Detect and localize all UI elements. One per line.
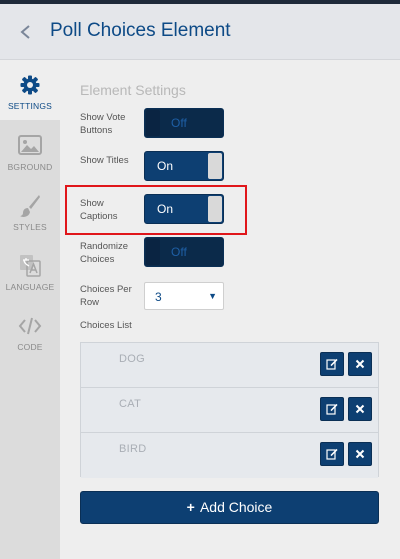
toggle-state: On bbox=[157, 159, 174, 173]
sidebar-item-label: CODE bbox=[17, 342, 43, 352]
show-vote-buttons-label: Show Vote Buttons bbox=[80, 112, 126, 136]
toggle-knob bbox=[146, 239, 160, 265]
plus-icon: + bbox=[186, 499, 195, 515]
select-value: 3 bbox=[155, 290, 162, 304]
close-icon bbox=[349, 403, 371, 415]
edit-icon bbox=[321, 403, 343, 415]
choices-list: DOG CAT BIRD bbox=[80, 342, 379, 478]
close-icon bbox=[349, 358, 371, 370]
randomize-choices-label: Randomize Choices bbox=[80, 241, 129, 265]
sidebar-item-code[interactable]: CODE bbox=[0, 302, 60, 362]
toggle-knob bbox=[208, 153, 222, 179]
settings-panel: Element Settings Show Vote Buttons Off S… bbox=[60, 60, 400, 559]
toggle-state: Off bbox=[171, 245, 187, 259]
show-titles-label: Show Titles bbox=[80, 155, 129, 166]
caret-down-icon: ▼ bbox=[208, 291, 217, 301]
choice-name: DOG bbox=[119, 353, 145, 365]
edit-button[interactable] bbox=[320, 442, 344, 466]
edit-icon bbox=[321, 358, 343, 370]
sidebar: SETTINGS BGROUND STYLES LANGUAGE CODE bbox=[0, 60, 60, 559]
add-choice-label: Add Choice bbox=[199, 499, 273, 515]
delete-button[interactable] bbox=[348, 442, 372, 466]
choice-name: BIRD bbox=[119, 443, 147, 455]
sidebar-item-label: STYLES bbox=[13, 222, 47, 232]
close-icon bbox=[349, 448, 371, 460]
header: Poll Choices Element bbox=[0, 4, 400, 60]
choice-name: CAT bbox=[119, 398, 142, 410]
toggle-knob bbox=[146, 110, 160, 136]
sidebar-item-label: SETTINGS bbox=[7, 101, 53, 111]
choices-per-row-label: Choices Per Row bbox=[80, 284, 132, 308]
add-choice-button[interactable]: + Add Choice bbox=[80, 491, 379, 524]
toggle-state: Off bbox=[171, 116, 187, 130]
randomize-choices-toggle[interactable]: Off bbox=[144, 237, 224, 267]
delete-button[interactable] bbox=[348, 352, 372, 376]
edit-button[interactable] bbox=[320, 397, 344, 421]
sidebar-item-bground[interactable]: BGROUND bbox=[0, 122, 60, 182]
chevron-left-icon[interactable] bbox=[14, 18, 38, 46]
show-captions-label: Show Captions bbox=[80, 198, 118, 222]
edit-button[interactable] bbox=[320, 352, 344, 376]
show-vote-buttons-toggle[interactable]: Off bbox=[144, 108, 224, 138]
page-title: Poll Choices Element bbox=[50, 20, 231, 41]
list-item: CAT bbox=[81, 388, 378, 433]
list-item: DOG bbox=[81, 343, 378, 388]
toggle-state: On bbox=[157, 202, 174, 216]
toggle-knob bbox=[208, 196, 222, 222]
choices-per-row-select[interactable]: 3 ▼ bbox=[144, 282, 224, 310]
sidebar-item-styles[interactable]: STYLES bbox=[0, 182, 60, 242]
sidebar-item-label: LANGUAGE bbox=[5, 282, 55, 292]
sidebar-item-label: BGROUND bbox=[7, 162, 53, 172]
edit-icon bbox=[321, 448, 343, 460]
section-title: Element Settings bbox=[80, 82, 186, 98]
sidebar-item-settings[interactable]: SETTINGS bbox=[0, 60, 60, 120]
list-item: BIRD bbox=[81, 433, 378, 478]
show-titles-toggle[interactable]: On bbox=[144, 151, 224, 181]
show-captions-toggle[interactable]: On bbox=[144, 194, 224, 224]
sidebar-item-language[interactable]: LANGUAGE bbox=[0, 242, 60, 302]
choices-list-label: Choices List bbox=[80, 320, 132, 331]
delete-button[interactable] bbox=[348, 397, 372, 421]
